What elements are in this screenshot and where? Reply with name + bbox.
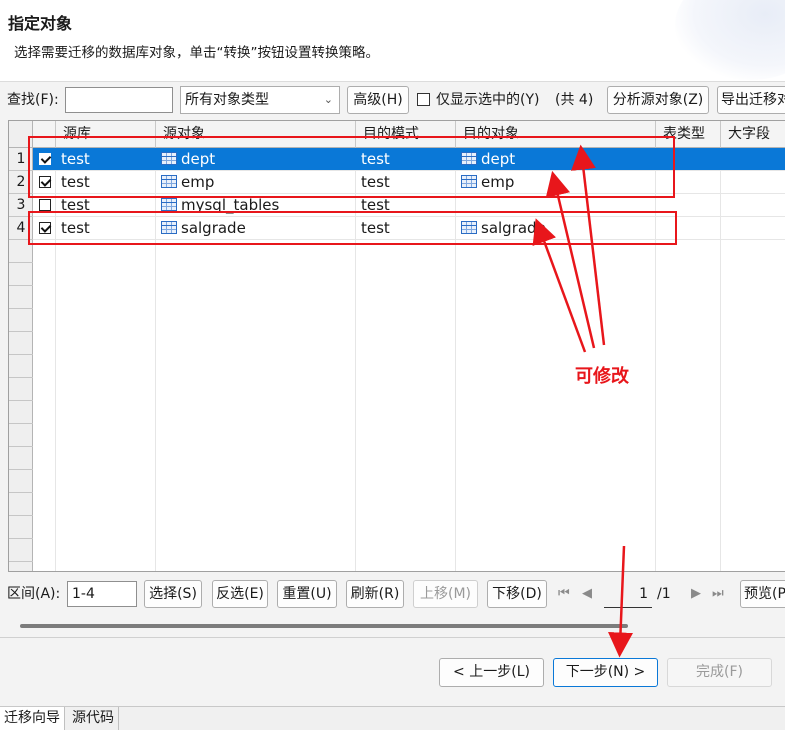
range-toolbar: 区间(A): 1-4 选择(S) 反选(E) 重置(U) 刷新(R) 上移(M)… — [0, 578, 785, 610]
migration-wizard-window: 指定对象 选择需要迁移的数据库对象，单击“转换”按钮设置转换策略。 查找(F):… — [0, 0, 785, 730]
chevron-down-icon: ⌄ — [323, 93, 333, 106]
page-total: /1 — [657, 586, 671, 602]
footer-divider — [0, 637, 785, 638]
prev-page-icon[interactable]: ◀ — [582, 580, 592, 608]
row-number-empty — [9, 539, 33, 562]
row-number-empty — [9, 332, 33, 355]
row-number-empty — [9, 401, 33, 424]
refresh-button[interactable]: 刷新(R) — [346, 580, 404, 608]
bottom-tabs: 迁移向导 源代码 — [0, 706, 785, 730]
next-step-button[interactable]: 下一步(N) > — [553, 658, 658, 687]
row-number-empty — [9, 470, 33, 493]
table-icon — [161, 198, 177, 211]
row-number-empty — [9, 378, 33, 401]
move-up-button[interactable]: 上移(M) — [413, 580, 478, 608]
finish-button[interactable]: 完成(F) — [667, 658, 772, 687]
row-number-empty — [9, 493, 33, 516]
object-count: (共 4) — [555, 92, 594, 108]
object-type-select[interactable]: 所有对象类型 ⌄ — [180, 86, 340, 114]
row-number-empty — [9, 424, 33, 447]
move-down-button[interactable]: 下移(D) — [487, 580, 547, 608]
row-number-empty — [9, 447, 33, 470]
prev-step-button[interactable]: < 上一步(L) — [439, 658, 544, 687]
find-label: 查找(F): — [7, 92, 59, 108]
object-type-value: 所有对象类型 — [185, 92, 269, 108]
page-input[interactable]: 1 — [604, 582, 652, 608]
page-description: 选择需要迁移的数据库对象，单击“转换”按钮设置转换策略。 — [14, 45, 379, 61]
wizard-header: 指定对象 选择需要迁移的数据库对象，单击“转换”按钮设置转换策略。 — [0, 0, 785, 82]
row-checkbox[interactable] — [39, 199, 51, 211]
row-number-empty — [9, 355, 33, 378]
next-page-icon[interactable]: ▶ — [691, 580, 701, 608]
row-number-empty — [9, 516, 33, 539]
header-decoration — [675, 0, 785, 80]
analyze-source-button[interactable]: 分析源对象(Z) — [607, 86, 709, 114]
tab-source-code[interactable]: 源代码 — [68, 707, 119, 730]
annotation-label: 可修改 — [575, 366, 629, 387]
invert-button[interactable]: 反选(E) — [212, 580, 268, 608]
row-number-empty — [9, 263, 33, 286]
row-number-empty — [9, 286, 33, 309]
tab-migration-wizard[interactable]: 迁移向导 — [0, 707, 65, 730]
row-number-empty — [9, 309, 33, 332]
only-selected-label: 仅显示选中的(Y) — [436, 92, 540, 108]
column-header-lob[interactable]: 大字段 — [721, 121, 785, 148]
find-input[interactable] — [65, 87, 173, 113]
first-page-icon[interactable]: ⏮ — [558, 580, 570, 608]
object-toolbar: 查找(F): 所有对象类型 ⌄ 高级(H) 仅显示选中的(Y) (共 4) 分析… — [0, 86, 785, 116]
annotation-box-row-4 — [28, 211, 677, 245]
preview-button[interactable]: 预览(P — [740, 580, 785, 608]
range-label: 区间(A): — [7, 586, 61, 602]
range-input[interactable]: 1-4 — [67, 581, 137, 607]
annotation-box-rows-1-2 — [28, 136, 675, 198]
page-title: 指定对象 — [8, 14, 73, 33]
horizontal-scrollbar[interactable] — [20, 624, 628, 628]
only-selected-checkbox[interactable] — [417, 93, 430, 106]
select-button[interactable]: 选择(S) — [144, 580, 202, 608]
export-migration-button[interactable]: 导出迁移对 — [717, 86, 785, 114]
last-page-icon[interactable]: ⏭ — [712, 580, 724, 608]
advanced-button[interactable]: 高级(H) — [347, 86, 409, 114]
reset-button[interactable]: 重置(U) — [277, 580, 337, 608]
